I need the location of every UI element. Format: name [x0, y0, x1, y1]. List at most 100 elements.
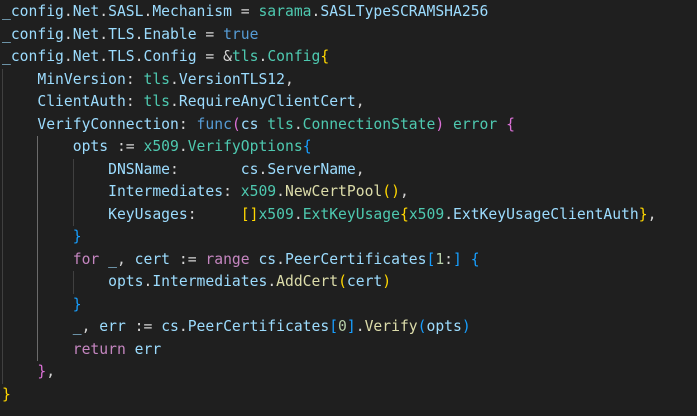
- code-token: .: [258, 48, 268, 65]
- code-token: .: [276, 250, 285, 268]
- code-token: (: [338, 273, 347, 290]
- code-token: ,: [285, 70, 294, 88]
- code-token: tls: [231, 48, 259, 65]
- code-token: tls: [143, 70, 171, 88]
- code-token: opts: [426, 318, 462, 335]
- code-token: ,: [116, 250, 135, 268]
- code-token: _: [72, 318, 82, 335]
- code-token: RequireAnyClientCert: [178, 93, 356, 110]
- code-token: :=: [125, 318, 162, 335]
- code-token: DNSName: [108, 160, 171, 178]
- code-token: :=: [108, 138, 144, 155]
- code-token: cs: [240, 160, 259, 178]
- code-token: .: [134, 25, 144, 43]
- code-token: VerifyConnection: [37, 115, 179, 133]
- code-editor[interactable]: _config. Net. SASL. Mechanism = sarama. SASL…: [0, 0, 697, 416]
- code-token: Mechanism: [152, 3, 232, 20]
- code-token: cert: [346, 273, 383, 290]
- code-token: [: [426, 250, 436, 268]
- code-token: .: [178, 318, 188, 335]
- code-token: 0: [338, 318, 347, 335]
- code-token: cs: [240, 115, 259, 133]
- code-token: ServerName: [267, 160, 356, 178]
- code-token: x509: [408, 205, 445, 223]
- code-token: ExtKeyUsageClientAuth: [453, 205, 639, 223]
- code-token: }: [2, 385, 11, 403]
- code-token: {: [302, 138, 312, 155]
- code-token: Enable: [143, 25, 197, 43]
- code-token: =: [196, 25, 224, 43]
- code-token: true: [223, 25, 259, 43]
- code-line: }: [2, 226, 82, 249]
- code-token: 1: [435, 250, 445, 268]
- code-token: :: [125, 70, 144, 88]
- code-token: =: [231, 3, 259, 20]
- code-token: Config: [143, 48, 197, 65]
- code-line: _config.Net.TLS.Enable = true: [2, 24, 258, 47]
- code-token: {: [320, 48, 330, 65]
- code-token: KeyUsages: [108, 205, 188, 223]
- code-token: ConnectionState: [302, 115, 436, 133]
- code-token: cs: [258, 250, 277, 268]
- code-token: cs: [161, 318, 179, 335]
- code-token: :: [444, 250, 454, 268]
- code-line: VerifyConnection: func(cs tls.Connection…: [2, 114, 515, 137]
- code-line: KeyUsages: []x509.ExtKeyUsage{x509.ExtKe…: [2, 204, 656, 227]
- code-token: x509: [240, 183, 277, 200]
- code-token: Net: [72, 48, 100, 65]
- code-token: ]: [346, 318, 356, 335]
- code-token: VersionTLS12: [178, 70, 285, 88]
- code-token: SASLTypeSCRAMSHA256: [320, 3, 489, 20]
- code-token: _config: [2, 48, 64, 65]
- code-token: x509: [258, 205, 294, 223]
- code-line: opts.Intermediates.AddCert(cert): [2, 271, 391, 294]
- code-token: return: [72, 340, 126, 358]
- code-token: .: [170, 70, 179, 88]
- code-token: for: [72, 250, 100, 268]
- code-token: }: [72, 228, 82, 245]
- code-token: SASL: [108, 3, 144, 20]
- code-line: Intermediates: x509.NewCertPool(),: [2, 181, 409, 204]
- code-token: :: [223, 183, 241, 200]
- code-token: TLS: [108, 25, 135, 43]
- code-token: .: [63, 25, 73, 43]
- code-token: x509: [143, 138, 179, 155]
- code-token: (: [231, 115, 241, 133]
- code-token: .: [178, 138, 188, 155]
- code-line: _config.Net.TLS.Config = &tls.Config{: [2, 46, 329, 69]
- code-token: ]: [453, 250, 462, 268]
- code-token: VerifyOptions: [187, 138, 303, 155]
- code-token: range: [205, 250, 250, 268]
- code-token: ClientAuth: [37, 93, 126, 110]
- code-token: = &: [196, 48, 232, 65]
- code-token: {: [506, 115, 515, 133]
- code-line: }: [2, 294, 82, 317]
- code-token: .: [267, 273, 277, 290]
- code-token: :: [170, 160, 241, 178]
- code-token: ,: [399, 183, 409, 200]
- code-token: tls: [267, 115, 294, 133]
- code-token: sarama: [258, 3, 312, 20]
- code-token: []: [240, 205, 259, 223]
- code-token: .: [134, 48, 144, 65]
- code-token: err: [134, 340, 162, 358]
- code-token: .: [293, 115, 303, 133]
- code-token: :: [125, 93, 144, 110]
- code-line: _config.Net.SASL.Mechanism = sarama.SASL…: [2, 1, 488, 24]
- code-token: MinVersion: [37, 70, 126, 88]
- code-token: opts: [72, 138, 109, 155]
- code-token: .: [355, 318, 365, 335]
